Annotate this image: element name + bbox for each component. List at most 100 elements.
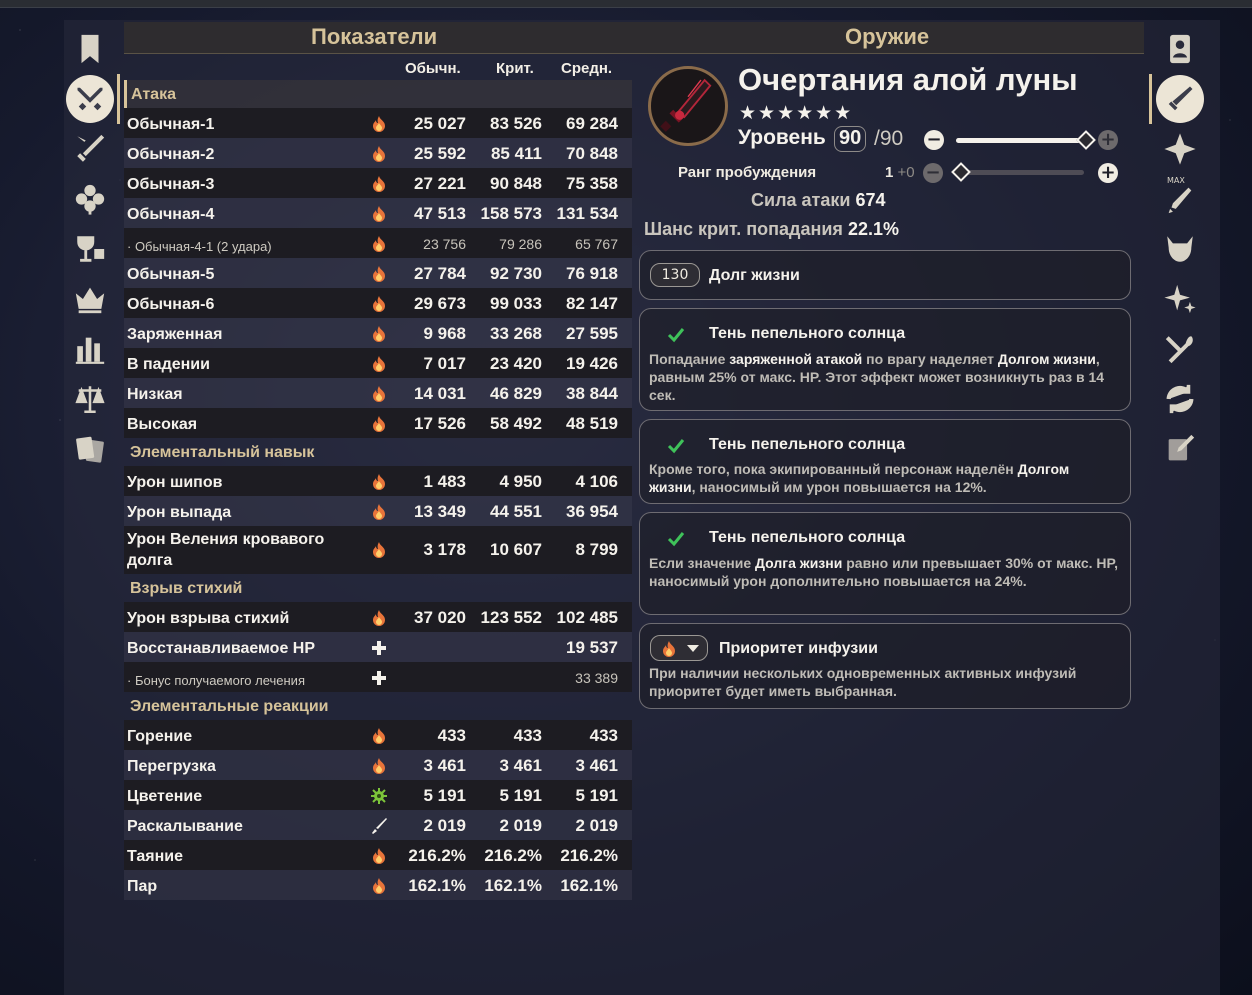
value-normal: 27 784 — [414, 264, 466, 283]
infusion-element-dropdown[interactable] — [650, 635, 708, 661]
row-label: Обычная-5 — [127, 266, 215, 283]
refine-increase-button[interactable]: + — [1098, 163, 1118, 183]
infusion-description: При наличии нескольких одновременных акт… — [649, 665, 1077, 699]
value-normal: 2 019 — [423, 816, 466, 835]
section-label: Элементальный навык — [130, 444, 315, 461]
row-label: Обычная-1 — [127, 116, 215, 133]
value-normal: 162.1% — [408, 876, 466, 895]
horned-enemy-icon[interactable] — [1153, 224, 1207, 274]
value-crit: 90 848 — [490, 174, 542, 193]
sparkle-icon[interactable] — [1153, 274, 1207, 324]
column-header-normal: Обычн. — [405, 60, 461, 77]
table-row: Таяние 216.2% 216.2% 216.2% — [124, 840, 632, 870]
reaction-rows: Горение 433 433 433 Перегрузка 3 461 3 461 3 46… — [124, 720, 632, 900]
bond-value-input[interactable]: 130 — [650, 263, 700, 287]
row-label: Урон взрыва стихий — [127, 610, 290, 627]
table-row: Урон Веления кровавого долга 3 178 10 607 8… — [124, 526, 632, 574]
value-crit: 58 492 — [490, 414, 542, 433]
compass-star-icon[interactable] — [1153, 124, 1207, 174]
passive-title: Тень пепельного солнца — [709, 436, 906, 453]
stats-header-title: Показатели — [311, 24, 438, 49]
row-label: Высокая — [127, 416, 198, 433]
value-crit: 3 461 — [499, 756, 542, 775]
row-label: Урон Веления кровавого долга — [127, 531, 325, 569]
sword-slash-icon[interactable] — [63, 124, 117, 174]
desc-highlight: заряженной атакой — [729, 351, 863, 367]
bookmark-icon[interactable] — [63, 24, 117, 74]
desc-highlight: Долгом жизни — [997, 351, 1096, 367]
max-level-icon[interactable]: MAX — [1153, 174, 1207, 224]
chevron-down-icon — [687, 645, 699, 652]
row-label: · Бонус получаемого лечения — [127, 673, 305, 688]
row-label: Заряженная — [127, 326, 223, 343]
weapon-portrait[interactable] — [648, 66, 728, 146]
fork-spoon-icon[interactable] — [1153, 324, 1207, 374]
table-row: Урон шипов 1 483 4 950 4 106 — [124, 466, 632, 496]
atk-value: 674 — [855, 190, 886, 210]
character-card-icon[interactable] — [1153, 24, 1207, 74]
table-row: Раскалывание 2 019 2 019 2 019 — [124, 810, 632, 840]
row-label: Таяние — [127, 848, 184, 865]
desc-highlight: Долга жизни — [755, 555, 843, 571]
flower-artifact-icon[interactable] — [63, 174, 117, 224]
attack-rows: Обычная-1 25 027 83 526 69 284 Обычная-2 25 5… — [124, 108, 632, 438]
checkmark-icon[interactable] — [666, 436, 686, 456]
level-slider[interactable] — [956, 138, 1088, 143]
checkmark-icon[interactable] — [666, 325, 686, 345]
value-avg: 131 534 — [556, 204, 618, 223]
desc-part: Попадание — [649, 351, 730, 367]
value-crit: 79 286 — [499, 236, 542, 252]
bar-chart-icon[interactable] — [63, 324, 117, 374]
table-row: Низкая 14 031 46 829 38 844 — [124, 378, 632, 408]
scales-icon[interactable] — [63, 374, 117, 424]
value-normal: 13 349 — [414, 502, 466, 521]
table-row: Обычная-4 47 513 158 573 131 534 — [124, 198, 632, 228]
value-normal: 3 178 — [423, 540, 466, 559]
refine-decrease-button[interactable]: − — [923, 163, 943, 183]
crown-icon[interactable] — [63, 274, 117, 324]
table-row: Обычная-2 25 592 85 411 70 848 — [124, 138, 632, 168]
crossed-swords-icon[interactable] — [63, 74, 120, 124]
goblet-dice-icon[interactable] — [63, 224, 117, 274]
value-normal: 7 017 — [423, 354, 466, 373]
passive-description: Кроме того, пока экипированный персонаж … — [649, 460, 1119, 496]
row-label: Обычная-2 — [127, 146, 215, 163]
row-label: Восстанавливаемое HP — [127, 640, 316, 657]
row-label: Обычная-3 — [127, 176, 215, 193]
passive-description: Попадание заряженной атакой по врагу над… — [649, 350, 1119, 404]
pyro-icon — [663, 641, 675, 657]
refresh-icon[interactable] — [1153, 374, 1207, 424]
row-label: Обычная-4 — [127, 206, 215, 223]
crit-label: Шанс крит. попадания — [644, 219, 843, 239]
value-avg: 216.2% — [560, 846, 618, 865]
left-nav-rail — [63, 24, 120, 474]
table-row: Восстанавливаемое HP 19 537 — [124, 632, 632, 662]
card-edit-icon[interactable] — [1153, 424, 1207, 474]
row-label: Урон шипов — [127, 474, 223, 491]
value-avg: 8 799 — [575, 540, 618, 559]
table-row: Заряженная 9 968 33 268 27 595 — [124, 318, 632, 348]
row-label: Низкая — [127, 386, 183, 403]
level-value-input[interactable]: 90 — [834, 126, 867, 152]
weapon-header-title: Оружие — [845, 24, 930, 49]
value-crit: 44 551 — [490, 502, 542, 521]
value-normal: 433 — [437, 726, 466, 745]
row-label: Горение — [127, 728, 193, 745]
cards-icon[interactable] — [63, 424, 117, 474]
refine-slider[interactable] — [956, 170, 1084, 175]
weapon-icon[interactable] — [1149, 74, 1207, 124]
passive-description: Если значение Долга жизни равно или прев… — [649, 554, 1119, 590]
value-crit: 23 420 — [490, 354, 542, 373]
refine-label: Ранг пробуждения — [678, 164, 817, 181]
level-decrease-button[interactable]: − — [924, 130, 944, 150]
level-increase-button[interactable]: + — [1098, 130, 1118, 150]
checkmark-icon[interactable] — [666, 529, 686, 549]
value-normal: 14 031 — [414, 384, 466, 403]
infusion-title: Приоритет инфузии — [719, 640, 878, 657]
table-row: · Обычная-4-1 (2 удара) 23 756 79 286 65 76… — [124, 228, 632, 258]
section-reactions: Элементальные реакции — [124, 692, 632, 720]
level-slider-fill — [956, 138, 1088, 143]
atk-label: Сила атаки — [751, 190, 851, 210]
passive-card-3: Тень пепельного солнца Если значение Дол… — [639, 512, 1131, 615]
row-label: В падении — [127, 356, 210, 373]
